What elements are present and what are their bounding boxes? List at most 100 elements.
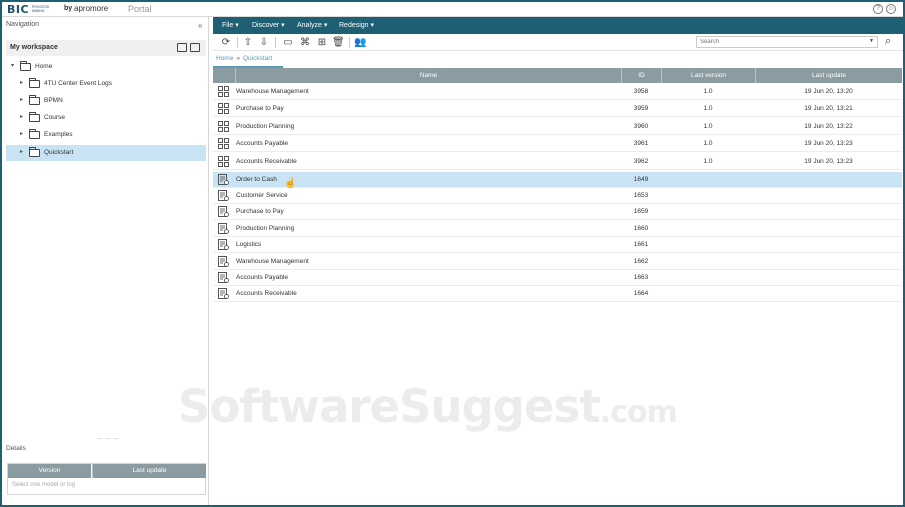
column-id[interactable]: ID	[621, 68, 661, 83]
cell-last-version: 1.0	[703, 140, 713, 147]
table-row[interactable]: Purchase to Pay 1659	[213, 204, 902, 220]
event-log-icon	[218, 256, 229, 267]
event-log-icon	[218, 206, 229, 217]
menu-discover[interactable]: Discover ▾	[252, 21, 285, 29]
expand-right-icon[interactable]: ▸	[20, 113, 23, 120]
breadcrumb-home[interactable]: Home	[216, 55, 233, 62]
search-dropdown-icon[interactable]: ▼	[869, 38, 874, 44]
event-log-icon	[218, 190, 229, 201]
cell-id: 3961	[633, 140, 649, 147]
tree-item-folder[interactable]: ▸ Examples	[6, 127, 206, 143]
upload-icon[interactable]: ⇧	[242, 37, 254, 48]
table-row[interactable]: Production Planning 1660	[213, 221, 902, 237]
logo-bic: BIC	[7, 3, 30, 16]
table-row[interactable]: Accounts Receivable 3962 1.0 19 Jun 20, 13:…	[213, 154, 902, 170]
cell-id: 1662	[633, 258, 649, 265]
tree-item-home[interactable]: ▾ Home	[6, 59, 206, 75]
cell-name: Production Planning	[236, 225, 295, 232]
cell-name: Production Planning	[236, 123, 295, 130]
folder-actions-icon[interactable]	[190, 43, 200, 52]
collapse-icon[interactable]: «	[198, 21, 202, 30]
cell-id: 3958	[633, 88, 649, 95]
delete-icon[interactable]: 🗑	[332, 37, 345, 48]
create-model-icon[interactable]: ⌘	[299, 37, 311, 48]
folder-open-icon	[29, 147, 40, 157]
cell-last-version: 1.0	[703, 88, 713, 95]
cell-last-version: 1.0	[703, 123, 713, 130]
table-row[interactable]: Accounts Receivable 1664	[213, 286, 902, 302]
share-users-icon[interactable]: 👥	[354, 37, 366, 48]
cell-name: Purchase to Pay	[236, 105, 284, 112]
breadcrumb-current[interactable]: Quickstart	[243, 55, 272, 62]
cell-last-update: 19 Jun 20, 13:23	[804, 158, 853, 165]
folder-icon	[29, 95, 40, 105]
cell-last-update: 19 Jun 20, 13:23	[804, 140, 853, 147]
watermark: SoftwareSuggest.com	[178, 380, 678, 433]
table-row[interactable]: Production Planning 3960 1.0 19 Jun 20, 13:…	[213, 119, 902, 135]
expand-right-icon[interactable]: ▸	[20, 79, 23, 86]
menu-file[interactable]: File ▾	[222, 21, 239, 29]
refresh-icon[interactable]: ⟳	[220, 37, 232, 48]
table-row[interactable]: Warehouse Management 1662	[213, 254, 902, 270]
tree-item-folder[interactable]: ▸ Course	[6, 110, 206, 126]
tree-label: Course	[44, 114, 65, 121]
grid-header: Name ID Last version Last update	[213, 68, 902, 83]
column-last-version[interactable]: Last version	[661, 68, 755, 83]
new-folder-icon[interactable]	[177, 43, 187, 52]
expand-right-icon[interactable]: ▸	[20, 96, 23, 103]
table-row[interactable]: Logistics 1661	[213, 237, 902, 253]
details-col-last-update[interactable]: Last update	[92, 464, 206, 478]
cell-name: Warehouse Management	[236, 88, 309, 95]
tree-item-folder-selected[interactable]: ▸ Quickstart	[6, 145, 206, 161]
table-row[interactable]: Accounts Payable 1663	[213, 270, 902, 286]
cell-id: 3960	[633, 123, 649, 130]
cell-id: 1661	[633, 241, 649, 248]
table-row[interactable]: Purchase to Pay 3959 1.0 19 Jun 20, 13:21	[213, 101, 902, 117]
breadcrumb: Home» Quickstart	[216, 55, 272, 62]
details-col-version[interactable]: Version	[8, 464, 91, 478]
expand-right-icon[interactable]: ▸	[20, 148, 23, 155]
table-row[interactable]: Customer Service 1653	[213, 188, 902, 204]
cell-name: Accounts Payable	[236, 140, 289, 147]
event-log-icon	[218, 239, 229, 250]
help-icon[interactable]: ?	[873, 4, 883, 14]
download-icon[interactable]: ⇩	[258, 37, 270, 48]
table-row[interactable]: Accounts Payable 3961 1.0 19 Jun 20, 13:23	[213, 136, 902, 152]
expand-down-icon[interactable]: ▾	[11, 62, 14, 69]
table-row[interactable]: Warehouse Management 3958 1.0 19 Jun 20, 13…	[213, 84, 902, 100]
top-bar: BIC PROCESS MINING by apromore Portal ? …	[2, 2, 903, 17]
new-folder-toolbar-icon[interactable]: ▭	[282, 37, 294, 48]
expand-right-icon[interactable]: ▸	[20, 130, 23, 137]
cell-name: Order to Cash	[236, 176, 277, 183]
column-last-update[interactable]: Last update	[755, 68, 902, 83]
process-model-icon	[218, 138, 229, 149]
cell-name: Accounts Receivable	[236, 158, 297, 165]
cell-last-version: 1.0	[703, 158, 713, 165]
search-input[interactable]	[696, 36, 878, 48]
cell-name: Warehouse Management	[236, 258, 309, 265]
toolbar-divider	[237, 37, 238, 48]
mouse-cursor-icon: ☝	[284, 178, 297, 189]
tree-item-folder[interactable]: ▸ 4TU Center Event Logs	[6, 76, 206, 92]
process-model-icon	[218, 156, 229, 167]
cell-name: Purchase to Pay	[236, 208, 284, 215]
folder-icon	[29, 112, 40, 122]
merge-icon[interactable]: ⊞	[316, 37, 328, 48]
tree-label: Quickstart	[44, 149, 74, 156]
search-icon[interactable]: ⌕	[885, 35, 891, 48]
table-row[interactable]: Order to Cash 1649	[213, 172, 902, 188]
portal-label: Portal	[128, 4, 152, 14]
cell-id: 1659	[633, 208, 649, 215]
menu-analyze[interactable]: Analyze ▾	[297, 21, 327, 29]
tree-item-folder[interactable]: ▸ BPMN	[6, 93, 206, 109]
toolbar: ⟳ ⇧ ⇩ ▭ ⌘ ⊞ 🗑 👥 ▼ ⌕	[213, 34, 903, 51]
user-icon[interactable]: ☺	[886, 4, 896, 14]
menu-redesign[interactable]: Redesign ▾	[339, 21, 374, 29]
cell-name: Logistics	[236, 241, 262, 248]
event-log-icon	[218, 223, 229, 234]
cell-id: 1649	[633, 176, 649, 183]
panel-resize-handle[interactable]: — — —	[97, 436, 120, 442]
column-name[interactable]: Name	[235, 68, 621, 83]
event-log-icon	[218, 272, 229, 283]
cell-last-version: 1.0	[703, 105, 713, 112]
